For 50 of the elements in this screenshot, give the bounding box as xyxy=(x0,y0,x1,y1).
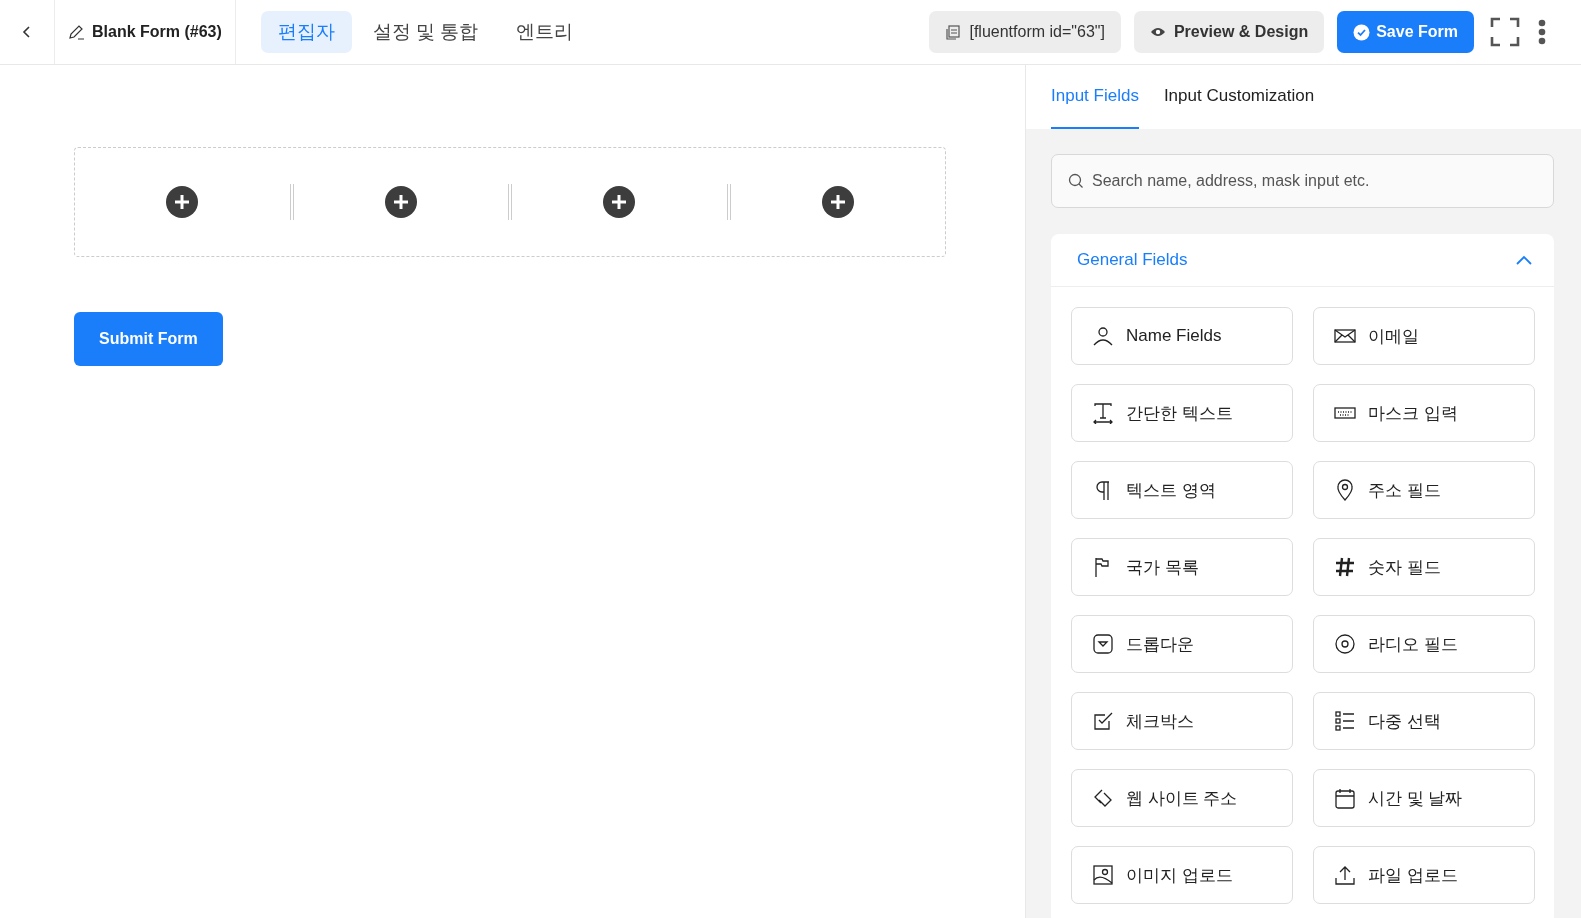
link-icon xyxy=(1092,787,1114,809)
text-cursor-icon xyxy=(1092,402,1114,424)
field-item[interactable]: 숫자 필드 xyxy=(1313,538,1535,596)
add-field-icon[interactable] xyxy=(603,186,636,218)
field-item[interactable]: Name Fields xyxy=(1071,307,1293,365)
list-icon xyxy=(1334,710,1356,732)
field-item[interactable]: 이메일 xyxy=(1313,307,1535,365)
field-item[interactable]: 파일 업로드 xyxy=(1313,846,1535,904)
field-item[interactable]: 다중 선택 xyxy=(1313,692,1535,750)
person-icon xyxy=(1092,325,1114,347)
dropdown-icon xyxy=(1092,633,1114,655)
section-title: General Fields xyxy=(1077,250,1188,270)
fullscreen-icon[interactable] xyxy=(1490,17,1520,47)
chevron-icon[interactable] xyxy=(1516,255,1532,265)
radio-icon xyxy=(1334,633,1356,655)
pencil-icon xyxy=(68,23,85,41)
image-icon xyxy=(1092,864,1114,886)
field-item[interactable]: 국가 목록 xyxy=(1071,538,1293,596)
shortcode-button[interactable]: [fluentform id="63"] xyxy=(929,11,1121,53)
field-item[interactable]: 시간 및 날짜 xyxy=(1313,769,1535,827)
checkbox-icon xyxy=(1092,710,1114,732)
submit-form-button[interactable]: Submit Form xyxy=(74,312,223,366)
copy-icon xyxy=(945,24,962,40)
add-field-icon[interactable] xyxy=(821,186,854,218)
field-item[interactable]: 체크박스 xyxy=(1071,692,1293,750)
preview-button[interactable]: Preview & Design xyxy=(1133,11,1325,53)
sidebar-tab[interactable]: Input Customization xyxy=(1163,65,1315,129)
sidebar-tab[interactable]: Input Fields xyxy=(1051,65,1139,129)
form-title: Blank Form (#63) xyxy=(92,23,222,41)
search-field[interactable]: Search name, address, mask input etc. xyxy=(1051,154,1554,208)
nav-tab[interactable]: 설정 및 통합 xyxy=(355,11,496,53)
field-item[interactable]: 이미지 업로드 xyxy=(1071,846,1293,904)
hash-icon xyxy=(1334,556,1356,578)
field-item[interactable]: 간단한 텍스트 xyxy=(1071,384,1293,442)
eye-icon xyxy=(1149,26,1166,38)
field-item[interactable]: 라디오 필드 xyxy=(1313,615,1535,673)
field-item[interactable]: 텍스트 영역 xyxy=(1071,461,1293,519)
nav-tab[interactable]: 엔트리 xyxy=(499,11,591,53)
more-menu-icon[interactable] xyxy=(1538,19,1546,45)
check-circle-icon xyxy=(1353,23,1371,41)
field-item[interactable]: 드롭다운 xyxy=(1071,615,1293,673)
upload-icon xyxy=(1334,864,1356,886)
add-field-icon[interactable] xyxy=(384,186,417,218)
location-pin-icon xyxy=(1334,479,1356,501)
save-form-button[interactable]: Save Form xyxy=(1337,11,1474,53)
add-field-icon[interactable] xyxy=(166,186,199,218)
field-item[interactable]: 웹 사이트 주소 xyxy=(1071,769,1293,827)
field-item[interactable]: 주소 필드 xyxy=(1313,461,1535,519)
calendar-icon xyxy=(1334,787,1356,809)
field-item[interactable]: 마스크 입력 xyxy=(1313,384,1535,442)
